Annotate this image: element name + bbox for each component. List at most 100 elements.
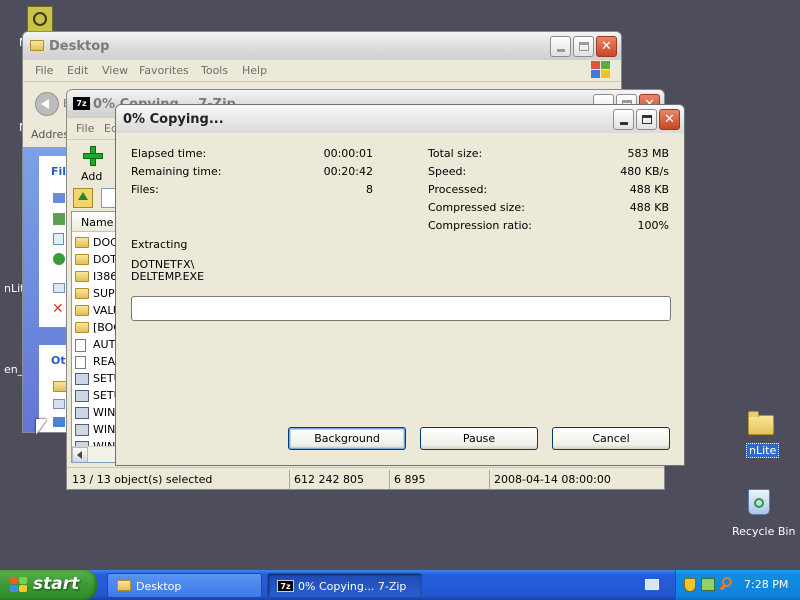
- minimize-icon: [619, 122, 628, 125]
- column-header-name[interactable]: Name: [72, 212, 116, 232]
- maximize-button[interactable]: [636, 109, 657, 130]
- folder-icon: [75, 322, 89, 333]
- table-row[interactable]: SUPI: [72, 285, 117, 302]
- speed-label: Speed:: [428, 165, 467, 178]
- desktop-icon-label: Recycle Bin: [732, 525, 796, 538]
- table-row[interactable]: AUT: [72, 336, 116, 353]
- minimize-button[interactable]: [613, 109, 634, 130]
- menu-view[interactable]: View: [102, 64, 128, 77]
- taskbar-item-desktop[interactable]: Desktop: [107, 573, 262, 598]
- table-row[interactable]: SETU: [72, 387, 116, 404]
- close-icon: ✕: [601, 39, 612, 54]
- sevenzip-path-bar: [71, 187, 121, 209]
- folder-icon: [75, 237, 89, 248]
- task-icon: [53, 193, 65, 203]
- add-button[interactable]: Add: [75, 144, 109, 184]
- maximize-button[interactable]: [573, 36, 594, 57]
- taskbar: start Desktop 7z 0% Copying... 7-Zip 7:2…: [0, 570, 800, 600]
- recycle-bin-icon: [748, 489, 770, 515]
- taskbar-item-label: Desktop: [136, 580, 182, 593]
- total-size-value: 583 MB: [627, 147, 669, 160]
- total-size-label: Total size:: [428, 147, 483, 160]
- table-row[interactable]: DOT: [72, 251, 117, 268]
- folder-icon: [53, 381, 67, 392]
- task-icon: [53, 417, 65, 427]
- compressed-size-value: 488 KB: [629, 201, 669, 214]
- folder-icon: [75, 254, 89, 265]
- start-label: start: [33, 574, 80, 594]
- menu-file[interactable]: File: [35, 64, 53, 77]
- table-row[interactable]: SETU: [72, 370, 116, 387]
- windows-flag-icon: [591, 61, 611, 79]
- sevenzip-icon: 7z: [73, 97, 90, 110]
- file-name: WIN: [93, 423, 116, 436]
- folder-icon: [748, 411, 774, 435]
- search-icon[interactable]: [719, 577, 734, 591]
- globe-icon: [53, 253, 65, 265]
- menu-tools[interactable]: Tools: [201, 64, 228, 77]
- menu-help[interactable]: Help: [242, 64, 267, 77]
- add-label: Add: [81, 170, 103, 183]
- progress-dialog-titlebar[interactable]: 0% Copying... ✕: [116, 105, 684, 133]
- table-row[interactable]: I386: [72, 268, 116, 285]
- up-folder-button[interactable]: [73, 188, 93, 208]
- file-name: SUPI: [93, 287, 117, 300]
- processed-label: Processed:: [428, 183, 488, 196]
- menu-file[interactable]: File: [76, 122, 94, 135]
- dialog-title: 0% Copying...: [123, 112, 224, 127]
- file-name: AUT: [93, 338, 116, 351]
- table-row[interactable]: WIN: [72, 421, 116, 438]
- progress-dialog[interactable]: 0% Copying... ✕ Elapsed time: 00:00:01 R…: [115, 104, 685, 466]
- file-name: VALU: [93, 304, 116, 317]
- start-button[interactable]: start: [0, 570, 97, 600]
- close-icon: ✕: [664, 112, 675, 127]
- close-button[interactable]: ✕: [659, 109, 680, 130]
- folder-icon: [30, 40, 44, 51]
- minimize-icon: [556, 49, 565, 52]
- keyboard-icon[interactable]: [645, 579, 659, 590]
- table-row[interactable]: REA: [72, 353, 116, 370]
- current-file: DELTEMP.EXE: [131, 270, 205, 283]
- speed-value: 480 KB/s: [620, 165, 669, 178]
- close-button[interactable]: ✕: [596, 36, 617, 57]
- executable-icon: [75, 424, 89, 436]
- file-list[interactable]: Name DOC DOT I386 SUPI VALU [BOO AUT REA SETU SET…: [71, 211, 117, 463]
- table-row[interactable]: DOC: [72, 234, 116, 251]
- table-row[interactable]: VALU: [72, 302, 116, 319]
- file-icon: [75, 339, 86, 352]
- address-label: Addres: [31, 128, 70, 141]
- table-row[interactable]: [BOO: [72, 319, 116, 336]
- maximize-icon: [641, 115, 652, 124]
- task-icon: [53, 399, 65, 409]
- horizontal-scrollbar[interactable]: [72, 446, 116, 462]
- executable-icon: [75, 407, 89, 419]
- executable-icon: [75, 373, 89, 385]
- status-packed: 6 895: [394, 473, 426, 486]
- file-name: REA: [93, 355, 116, 368]
- desktop-clipped-label: en_: [4, 363, 24, 376]
- table-row[interactable]: WIN: [72, 404, 116, 421]
- compression-ratio-value: 100%: [637, 219, 669, 232]
- minimize-button[interactable]: [550, 36, 571, 57]
- folder-icon: [75, 305, 89, 316]
- windows-flag-icon: [10, 577, 27, 593]
- clock[interactable]: 7:28 PM: [744, 578, 788, 591]
- desktop-icon-nlite[interactable]: nLite: [740, 405, 780, 461]
- shield-icon[interactable]: [684, 578, 696, 592]
- background-button[interactable]: Background: [288, 427, 406, 450]
- email-icon: [53, 283, 65, 293]
- taskbar-item-sevenzip[interactable]: 7z 0% Copying... 7-Zip: [267, 573, 422, 598]
- cancel-button[interactable]: Cancel: [552, 427, 670, 450]
- progress-bar: [131, 296, 671, 321]
- desktop-shortcut-icon[interactable]: [27, 6, 53, 32]
- back-button[interactable]: [35, 92, 59, 116]
- scroll-left-button[interactable]: [72, 447, 88, 462]
- menu-edit[interactable]: Edit: [67, 64, 88, 77]
- pause-button[interactable]: Pause: [420, 427, 538, 450]
- file-name: DOT: [93, 253, 117, 266]
- desktop-icon-recycle-bin[interactable]: Recycle Bin: [726, 486, 796, 542]
- network-icon[interactable]: [701, 578, 715, 591]
- menu-favorites[interactable]: Favorites: [139, 64, 189, 77]
- explorer-titlebar[interactable]: Desktop ✕: [23, 32, 621, 60]
- compressed-size-label: Compressed size:: [428, 201, 525, 214]
